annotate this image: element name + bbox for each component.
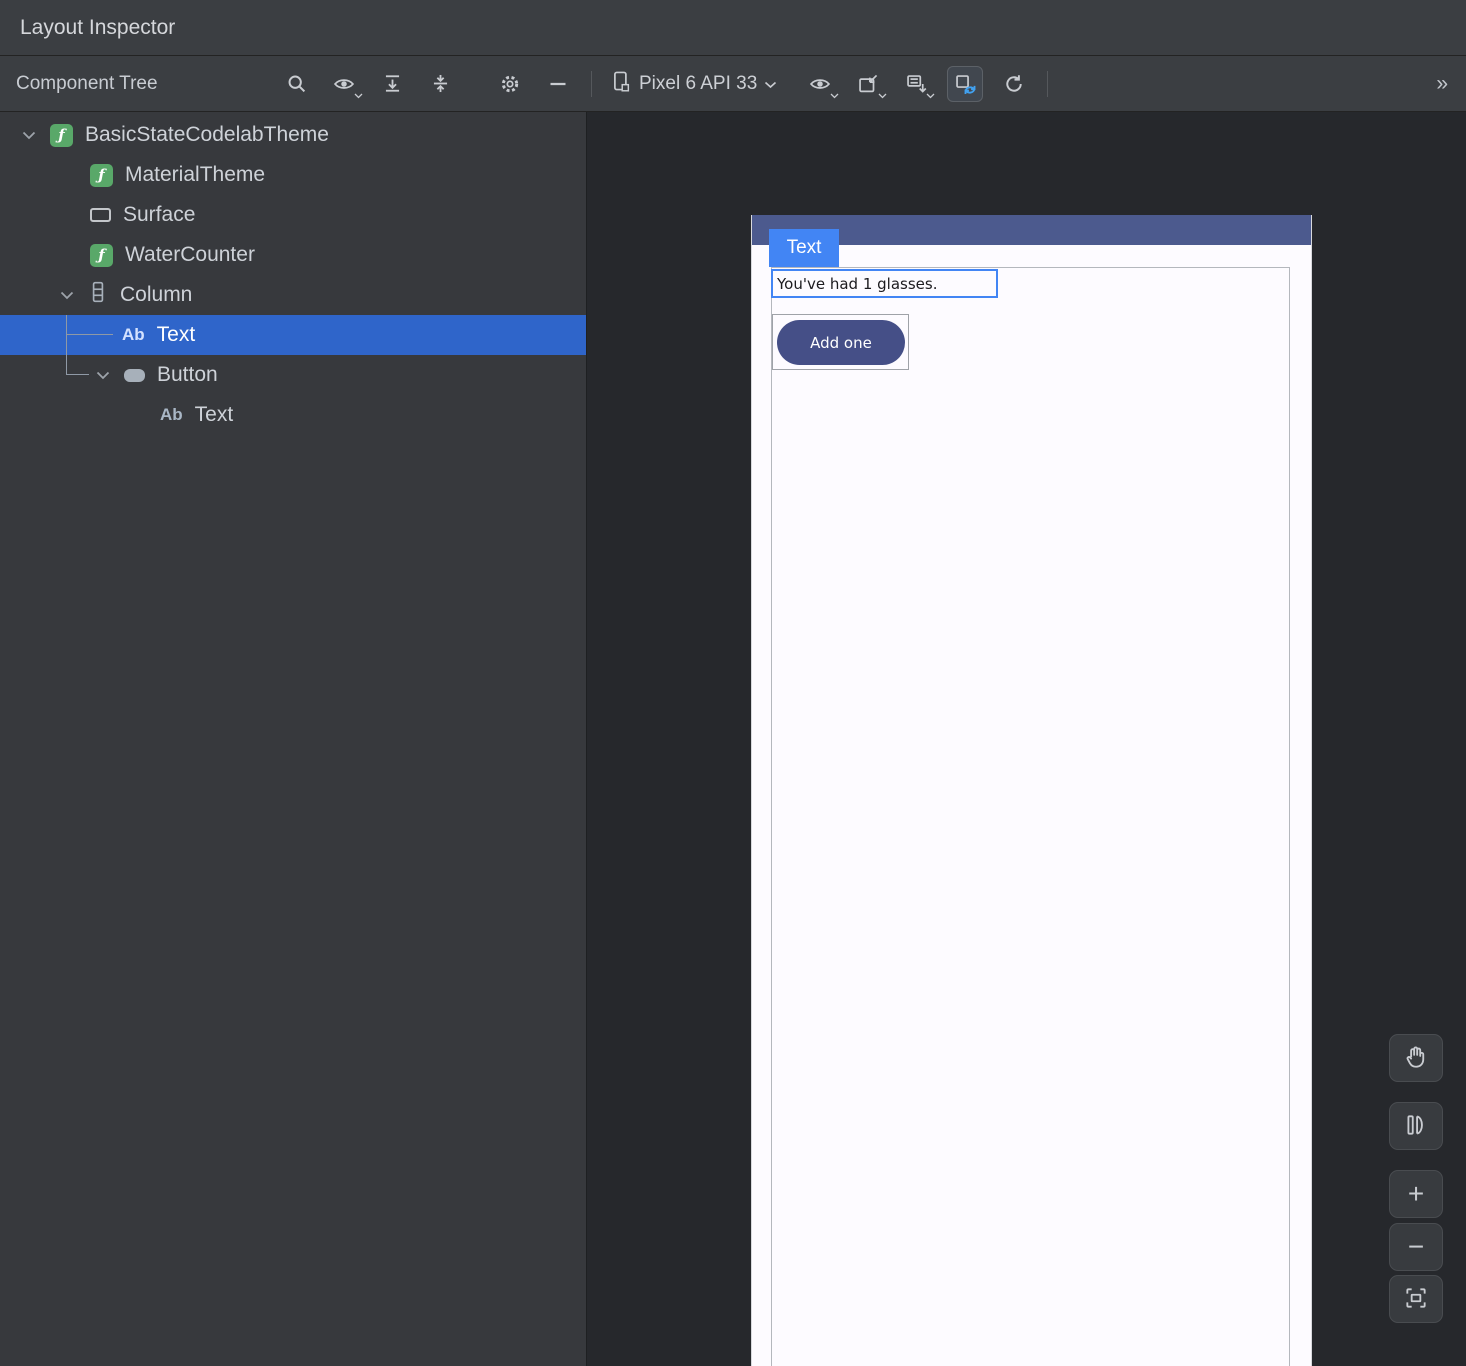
expand-all-button[interactable] <box>375 67 409 101</box>
rendered-add-one-button[interactable]: Add one <box>777 320 905 365</box>
search-button[interactable] <box>279 67 313 101</box>
toolbar-overflow-button[interactable]: » <box>1428 70 1454 98</box>
device-screen-content[interactable]: Text You've had 1 glasses. Add one <box>752 245 1311 1366</box>
minus-icon <box>548 74 568 94</box>
composable-icon: ƒ <box>90 244 113 267</box>
tree-node-label: Text <box>157 323 196 347</box>
tree-node-column[interactable]: Column <box>0 275 586 315</box>
chevron-down-icon <box>830 93 839 99</box>
toolbar-separator <box>1047 71 1048 97</box>
collapse-all-icon <box>430 73 451 94</box>
toolbar: Component Tree <box>0 56 1466 112</box>
take-snapshot-button[interactable] <box>851 67 885 101</box>
view-options-button[interactable] <box>327 67 361 101</box>
tree-node-label: Column <box>120 283 192 307</box>
window-title: Layout Inspector <box>20 16 175 40</box>
device-phone-icon <box>610 70 632 98</box>
content-area: ƒ BasicStateCodelabTheme ƒ MaterialTheme… <box>0 112 1466 1366</box>
tree-node-button[interactable]: Button <box>0 355 586 395</box>
column-bounds-outline <box>771 267 1290 1366</box>
render-view-options-button[interactable] <box>803 67 837 101</box>
tree-node-label: MaterialTheme <box>125 163 265 187</box>
settings-button[interactable] <box>493 67 527 101</box>
component-tree-panel: ƒ BasicStateCodelabTheme ƒ MaterialTheme… <box>0 112 587 1366</box>
layers-3d-icon <box>1403 1112 1429 1141</box>
device-render-area[interactable]: Text You've had 1 glasses. Add one <box>587 112 1466 1366</box>
text-icon: Ab <box>122 325 145 345</box>
refresh-icon <box>1003 73 1025 95</box>
live-updates-toggle[interactable] <box>947 66 983 102</box>
device-selector-label: Pixel 6 API 33 <box>639 73 757 95</box>
tree-node-basicstatecodelabtheme[interactable]: ƒ BasicStateCodelabTheme <box>0 115 586 155</box>
text-icon: Ab <box>160 405 183 425</box>
chevron-down-icon[interactable] <box>20 126 38 144</box>
minus-icon: − <box>1408 1233 1424 1261</box>
search-icon <box>286 73 307 94</box>
chevron-down-icon[interactable] <box>58 286 76 304</box>
3d-mode-button[interactable] <box>1389 1102 1443 1150</box>
eye-icon <box>333 73 355 95</box>
fit-screen-icon <box>1403 1285 1429 1314</box>
composable-icon: ƒ <box>50 124 73 147</box>
component-tree-title: Component Tree <box>16 73 279 95</box>
button-bounds-outline: Add one <box>772 314 909 370</box>
zoom-out-button[interactable]: − <box>1389 1223 1443 1271</box>
tree-node-materialtheme[interactable]: ƒ MaterialTheme <box>0 155 586 195</box>
expand-all-icon <box>382 73 403 94</box>
tree-node-label: Button <box>157 363 218 387</box>
hand-icon <box>1403 1044 1429 1073</box>
tree-node-text-selected[interactable]: Ab Text <box>0 315 586 355</box>
device-selector[interactable]: Pixel 6 API 33 <box>600 66 787 102</box>
tree-guide-line <box>66 315 67 375</box>
tree-node-watercounter[interactable]: ƒ WaterCounter <box>0 235 586 275</box>
window-title-bar: Layout Inspector <box>0 0 1466 56</box>
zoom-in-button[interactable]: + <box>1389 1170 1443 1218</box>
hide-panel-button[interactable] <box>541 67 575 101</box>
button-icon <box>124 369 145 382</box>
column-icon <box>88 281 108 309</box>
chevron-down-icon <box>354 93 363 99</box>
chevron-down-icon <box>878 93 887 99</box>
rendered-button-label: Add one <box>810 334 872 352</box>
chevron-down-icon <box>926 93 935 99</box>
zoom-to-fit-button[interactable] <box>1389 1275 1443 1323</box>
device-screen[interactable]: Text You've had 1 glasses. Add one <box>751 215 1312 1366</box>
tree-node-label: WaterCounter <box>125 243 255 267</box>
eye-icon <box>809 73 831 95</box>
tree-guide-line <box>67 334 113 335</box>
composable-icon: ƒ <box>90 164 113 187</box>
plus-icon: + <box>1408 1180 1424 1208</box>
gear-icon <box>499 73 521 95</box>
chevron-down-icon[interactable] <box>94 366 112 384</box>
live-updates-icon <box>954 73 976 95</box>
tree-node-surface[interactable]: Surface <box>0 195 586 235</box>
refresh-button[interactable] <box>997 67 1031 101</box>
toolbar-separator <box>591 71 592 97</box>
collapse-all-button[interactable] <box>423 67 457 101</box>
tree-node-text-child[interactable]: Ab Text <box>0 395 586 435</box>
export-snapshot-button[interactable] <box>899 67 933 101</box>
chevron-down-icon <box>764 73 777 95</box>
tree-guide-line <box>67 374 89 375</box>
layout-inspector-window: Layout Inspector Component Tree <box>0 0 1466 1366</box>
selection-label-tag: Text <box>769 229 839 267</box>
tree-node-label: Surface <box>123 203 195 227</box>
pan-mode-button[interactable] <box>1389 1034 1443 1082</box>
tree-node-label: BasicStateCodelabTheme <box>85 123 329 147</box>
rendered-text: You've had 1 glasses. <box>773 275 937 293</box>
selected-text-highlight[interactable]: You've had 1 glasses. <box>771 269 998 298</box>
surface-icon <box>90 208 111 222</box>
export-snapshot-icon <box>905 73 927 95</box>
tree-node-label: Text <box>195 403 234 427</box>
take-snapshot-icon <box>857 73 879 95</box>
